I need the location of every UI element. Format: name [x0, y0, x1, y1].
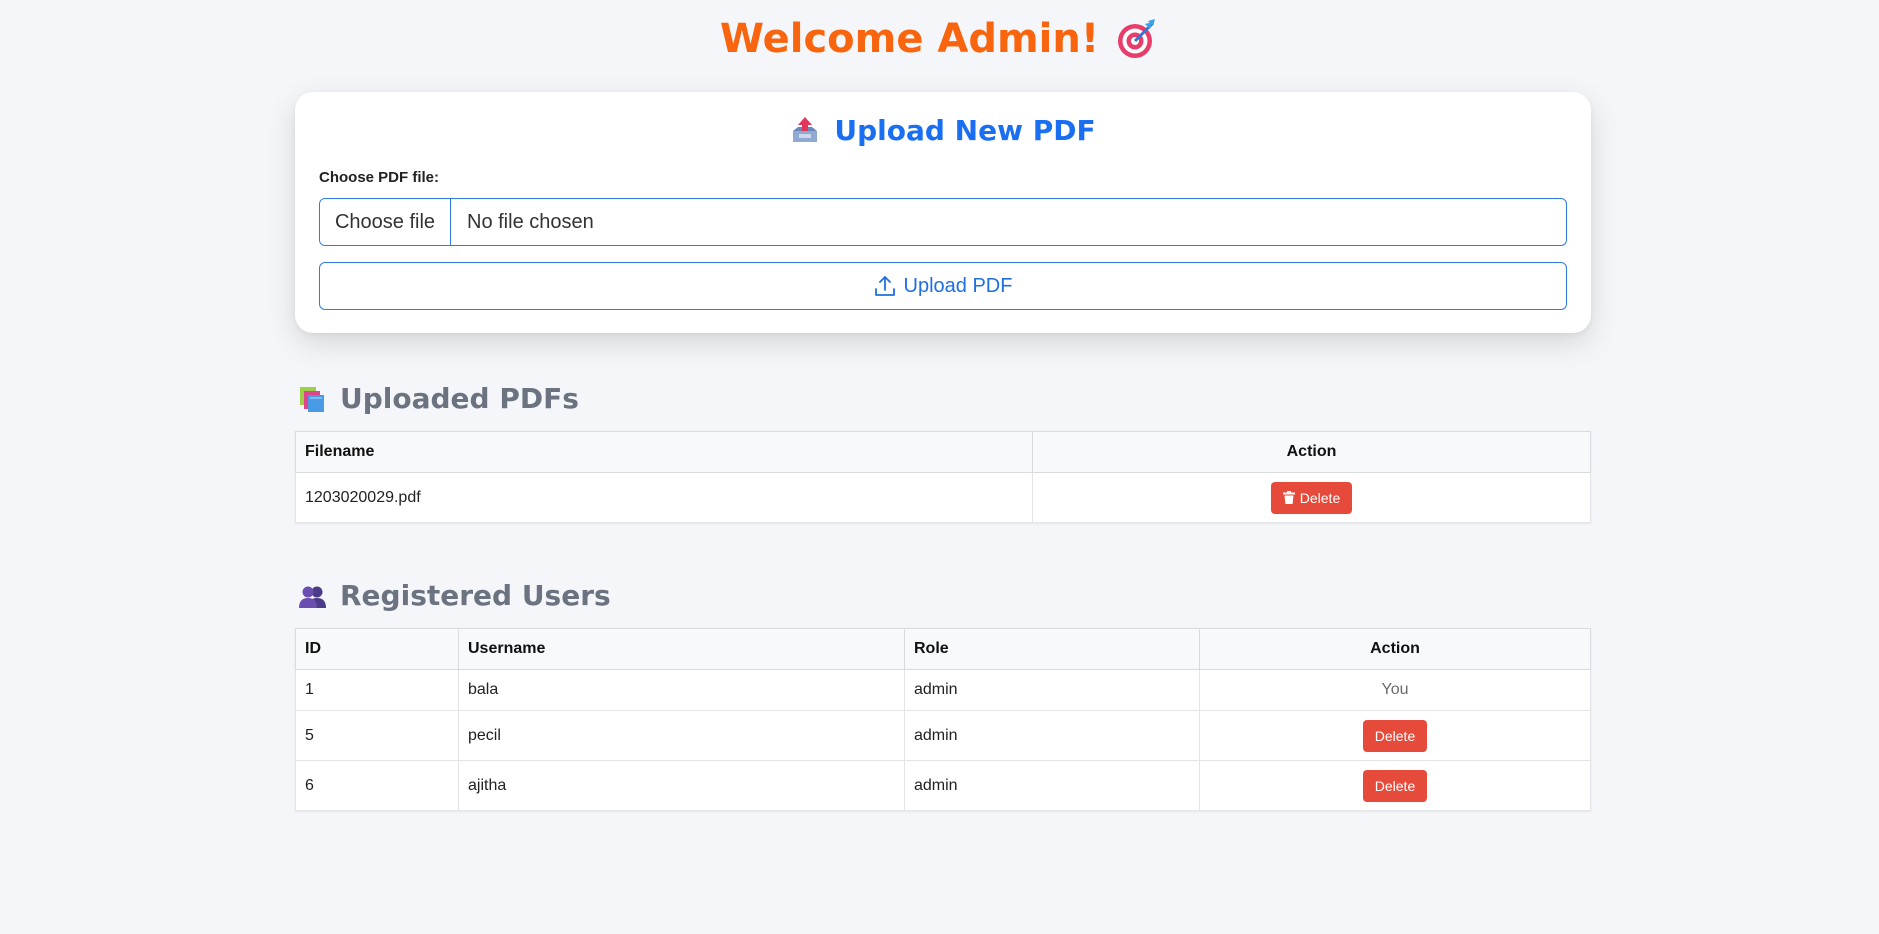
- action-cell: You: [1199, 669, 1591, 711]
- column-header-action: Action: [1199, 628, 1591, 670]
- table-row: 5 pecil admin Delete: [295, 710, 1591, 761]
- users-icon: [298, 581, 328, 611]
- user-id: 1: [295, 669, 459, 711]
- pdf-file-input[interactable]: Choose file No file chosen: [319, 198, 1567, 246]
- file-label: Choose PDF file:: [319, 169, 440, 186]
- action-cell: Delete: [1032, 472, 1591, 523]
- delete-user-button[interactable]: Delete: [1362, 769, 1428, 802]
- user-id: 5: [295, 710, 459, 761]
- delete-pdf-button[interactable]: Delete: [1270, 481, 1353, 514]
- upload-icon: [874, 275, 896, 297]
- user-role: admin: [904, 760, 1200, 811]
- uploaded-pdfs-text: Uploaded PDFs: [340, 382, 579, 415]
- action-cell: Delete: [1199, 760, 1591, 811]
- page-title: Welcome Admin!: [0, 16, 1879, 62]
- user-username: bala: [458, 669, 905, 711]
- column-header-id: ID: [295, 628, 459, 670]
- user-id: 6: [295, 760, 459, 811]
- welcome-heading: Welcome Admin!: [719, 16, 1100, 62]
- table-row: 1203020029.pdf Delete: [295, 472, 1591, 523]
- column-header-username: Username: [458, 628, 905, 670]
- upload-title-text: Upload New PDF: [834, 114, 1096, 147]
- user-username: ajitha: [458, 760, 905, 811]
- table-row: 1 bala admin You: [295, 669, 1591, 711]
- upload-pdf-label: Upload PDF: [903, 274, 1013, 297]
- books-icon: [298, 384, 328, 414]
- upload-card: Upload New PDF Choose PDF file: Choose f…: [295, 92, 1591, 333]
- trash-icon: [1282, 491, 1295, 504]
- pdfs-table: Filename Action 1203020029.pdf Delete: [295, 431, 1591, 523]
- column-header-role: Role: [904, 628, 1200, 670]
- choose-file-button[interactable]: Choose file: [320, 199, 451, 245]
- outbox-tray-icon: [790, 116, 820, 146]
- table-row: 6 ajitha admin Delete: [295, 760, 1591, 811]
- upload-pdf-button[interactable]: Upload PDF: [319, 262, 1567, 310]
- current-user-label: You: [1381, 681, 1409, 698]
- delete-label: Delete: [1299, 489, 1341, 506]
- file-status-text: No file chosen: [467, 210, 594, 233]
- users-table: ID Username Role Action 1 bala admin You…: [295, 628, 1591, 811]
- column-header-action: Action: [1032, 431, 1591, 473]
- user-role: admin: [904, 669, 1200, 711]
- user-role: admin: [904, 710, 1200, 761]
- pdf-filename: 1203020029.pdf: [295, 472, 1033, 523]
- column-header-filename: Filename: [295, 431, 1033, 473]
- action-cell: Delete: [1199, 710, 1591, 761]
- target-icon: [1115, 17, 1159, 61]
- upload-card-title: Upload New PDF: [295, 114, 1591, 147]
- delete-user-button[interactable]: Delete: [1362, 719, 1428, 752]
- registered-users-title: Registered Users: [298, 579, 611, 612]
- registered-users-text: Registered Users: [340, 579, 611, 612]
- uploaded-pdfs-title: Uploaded PDFs: [298, 382, 579, 415]
- user-username: pecil: [458, 710, 905, 761]
